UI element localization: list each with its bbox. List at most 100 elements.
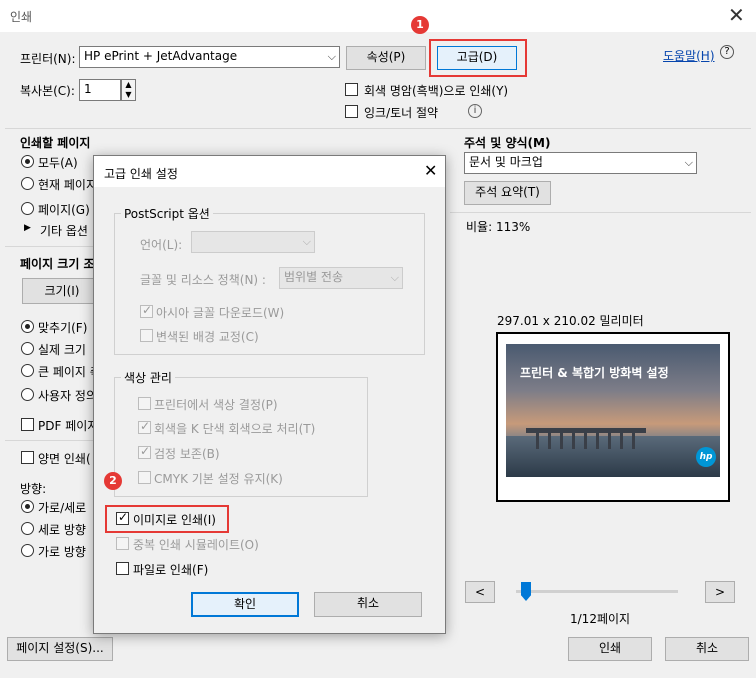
grayscale-checkbox[interactable] <box>345 83 358 96</box>
printer-color-label: 프린터에서 색상 결정(P) <box>154 398 278 412</box>
print-to-file-label: 파일로 인쇄(F) <box>133 563 209 577</box>
radio-all-label: 모두(A) <box>38 156 78 170</box>
preserve-black-checkbox[interactable]: ✓ <box>138 444 151 459</box>
help-icon[interactable]: ? <box>720 45 734 59</box>
help-link[interactable]: 도움말(H) <box>663 47 715 64</box>
copies-input[interactable]: 1 <box>79 79 121 101</box>
pdf-paper-label: PDF 페이지 <box>38 419 99 433</box>
dialog-title: 고급 인쇄 설정 <box>104 167 178 181</box>
overprint-checkbox[interactable] <box>116 537 129 550</box>
chevron-down-icon: ⌵ <box>684 156 693 169</box>
gray-as-k-checkbox[interactable]: ✓ <box>138 419 151 434</box>
properties-button[interactable]: 속성(P) <box>346 46 426 70</box>
comments-title: 주석 및 양식(M) <box>464 136 551 150</box>
radio-fit-label: 맞추기(F) <box>38 321 88 335</box>
page-slider-thumb[interactable] <box>521 582 531 601</box>
footer-cancel-button[interactable]: 취소 <box>665 637 749 661</box>
comment-summary-button[interactable]: 주석 요약(T) <box>464 181 551 205</box>
divider <box>450 212 751 213</box>
close-icon[interactable]: ✕ <box>424 161 437 180</box>
size-button[interactable]: 크기(I) <box>22 278 102 304</box>
language-select[interactable]: ⌵ <box>191 231 315 253</box>
print-button[interactable]: 인쇄 <box>568 637 652 661</box>
radio-shrink-label: 큰 페이지 축 <box>38 365 101 379</box>
copies-label: 복사본(C): <box>20 84 75 98</box>
page-slider-track[interactable] <box>516 590 678 593</box>
page-setup-button[interactable]: 페이지 설정(S)... <box>7 637 113 661</box>
info-icon[interactable]: i <box>468 104 482 118</box>
more-options[interactable]: 기타 옵션 <box>40 222 88 239</box>
radio-landscape-label: 가로 방향 <box>38 545 86 559</box>
ink-save-checkbox[interactable] <box>345 105 358 118</box>
ink-save-label: 잉크/토너 절약 <box>364 106 439 120</box>
asian-fonts-label: 아시아 글꼴 다운로드(W) <box>156 306 285 320</box>
scale-readout: 비율: 113% <box>466 220 531 234</box>
cmyk-checkbox[interactable] <box>138 471 151 484</box>
print-to-file-checkbox[interactable] <box>116 562 129 575</box>
comments-select[interactable]: 문서 및 마크업 ⌵ <box>464 152 697 174</box>
radio-auto-orient-label: 가로/세로 <box>38 501 87 515</box>
orientation-title: 방향: <box>20 482 47 496</box>
close-icon[interactable]: ✕ <box>728 3 745 27</box>
preview-slide: 프린터 & 복합기 방화벽 설정 hp <box>506 344 720 477</box>
print-as-image-checkbox[interactable]: ✓ <box>116 510 129 525</box>
radio-current-label: 현재 페이지 <box>38 178 98 192</box>
chevron-down-icon: ⌵ <box>327 50 336 63</box>
color-group-title: 색상 관리 <box>121 369 175 386</box>
preserve-black-label: 검정 보존(B) <box>154 447 220 461</box>
step-badge-2: 2 <box>104 472 122 490</box>
dialog-title-bar: 고급 인쇄 설정 ✕ <box>94 156 445 187</box>
page-dimensions: 297.01 x 210.02 밀리미터 <box>497 314 644 328</box>
radio-pages-label: 페이지(G) <box>38 203 90 217</box>
radio-actual[interactable] <box>21 342 34 355</box>
highlight-advanced <box>429 39 527 77</box>
radio-auto-orient[interactable] <box>21 500 34 513</box>
bridge-piers <box>536 433 636 449</box>
triangle-right-icon[interactable]: ▶ <box>24 223 31 233</box>
print-as-image-label: 이미지로 인쇄(I) <box>133 513 216 527</box>
postscript-group-title: PostScript 옵션 <box>121 205 213 222</box>
radio-all[interactable] <box>21 155 34 168</box>
step-badge-1: 1 <box>411 16 429 34</box>
chevron-down-icon: ⌵ <box>302 235 311 248</box>
font-policy-value: 범위별 전송 <box>284 270 344 284</box>
radio-custom-label: 사용자 정의 <box>38 389 98 403</box>
window-title: 인쇄 <box>10 10 33 24</box>
duplex-label: 양면 인쇄( <box>38 452 91 466</box>
radio-portrait[interactable] <box>21 522 34 535</box>
radio-shrink[interactable] <box>21 364 34 377</box>
next-page-button[interactable]: > <box>705 581 735 603</box>
title-bar: 인쇄 ✕ <box>0 0 756 32</box>
copies-stepper[interactable]: ▲ ▼ <box>121 79 136 101</box>
printer-selected: HP ePrint + JetAdvantage <box>84 49 238 63</box>
pages-title: 인쇄할 페이지 <box>20 136 91 150</box>
dialog-ok-button[interactable]: 확인 <box>191 592 299 617</box>
print-preview: 프린터 & 복합기 방화벽 설정 hp <box>496 332 730 502</box>
bg-correction-label: 변색된 배경 교정(C) <box>156 330 259 344</box>
radio-fit[interactable] <box>21 320 34 333</box>
prev-page-button[interactable]: < <box>465 581 495 603</box>
divider <box>5 246 93 247</box>
duplex-checkbox[interactable] <box>21 451 34 464</box>
printer-color-checkbox[interactable] <box>138 397 151 410</box>
page-size-title: 페이지 크기 조 <box>20 257 95 271</box>
radio-pages[interactable] <box>21 202 34 215</box>
dialog-cancel-button[interactable]: 취소 <box>314 592 422 617</box>
radio-portrait-label: 세로 방향 <box>38 523 86 537</box>
advanced-print-dialog: 고급 인쇄 설정 ✕ PostScript 옵션 언어(L): ⌵ 글꼴 및 리… <box>93 155 446 634</box>
printer-select[interactable]: HP ePrint + JetAdvantage ⌵ <box>79 46 340 68</box>
bg-correction-checkbox[interactable] <box>140 329 153 342</box>
radio-actual-label: 실제 크기 <box>38 343 86 357</box>
radio-landscape[interactable] <box>21 544 34 557</box>
radio-current[interactable] <box>21 177 34 190</box>
divider <box>5 440 93 441</box>
page-indicator: 1/12페이지 <box>570 612 631 626</box>
radio-custom[interactable] <box>21 388 34 401</box>
font-policy-select[interactable]: 범위별 전송 ⌵ <box>279 267 403 289</box>
cmyk-label: CMYK 기본 설정 유지(K) <box>154 472 283 486</box>
hp-logo-icon: hp <box>696 447 716 467</box>
pdf-paper-checkbox[interactable] <box>21 418 34 431</box>
gray-as-k-label: 회색을 K 단색 회색으로 처리(T) <box>154 422 316 436</box>
font-policy-label: 글꼴 및 리소스 정책(N) : <box>140 273 266 287</box>
asian-fonts-checkbox[interactable]: ✓ <box>140 303 153 318</box>
